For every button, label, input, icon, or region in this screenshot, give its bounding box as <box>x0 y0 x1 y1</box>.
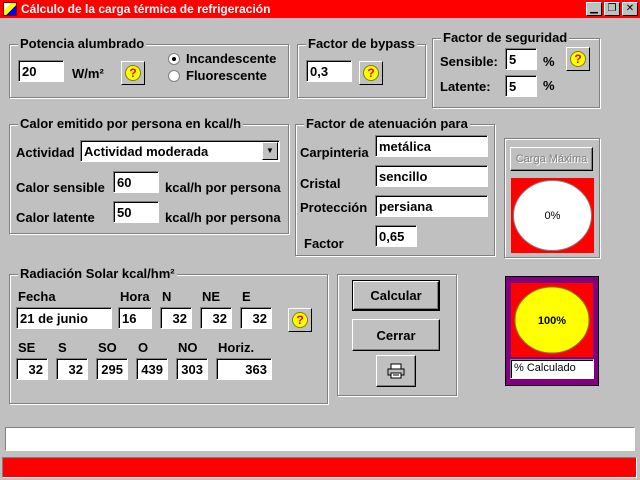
lighting-legend: Potencia alumbrado <box>18 36 147 51</box>
lighting-power-input[interactable]: 20 <box>18 60 64 82</box>
factor-input[interactable]: 0,65 <box>375 225 417 247</box>
fluorescent-radio[interactable] <box>168 70 180 82</box>
person-sensible-unit: kcal/h por persona <box>165 180 281 195</box>
close-dialog-button[interactable]: Cerrar <box>352 319 440 351</box>
close-icon: ✕ <box>625 3 635 14</box>
calculated-gauge-text: 100% <box>538 315 566 327</box>
printer-icon <box>387 363 405 379</box>
safety-sensible-label: Sensible: <box>440 54 498 69</box>
header-so: SO <box>98 340 117 355</box>
hour-input[interactable]: 16 <box>118 307 152 329</box>
person-latent-unit: kcal/h por persona <box>165 210 281 225</box>
progress-bar <box>2 457 637 478</box>
help-icon: ? <box>363 65 379 81</box>
incandescent-radio[interactable] <box>168 53 180 65</box>
progress-fill <box>3 458 636 477</box>
header-s: S <box>58 340 67 355</box>
header-se: SE <box>18 340 36 355</box>
help-icon: ? <box>570 51 586 67</box>
incandescent-label[interactable]: Incandescente <box>186 51 276 66</box>
person-latent-input[interactable]: 50 <box>113 201 159 223</box>
close-button[interactable]: ✕ <box>622 2 638 16</box>
header-ne: NE <box>202 289 221 304</box>
safety-legend: Factor de seguridad <box>441 30 570 45</box>
safety-latent-input[interactable]: 5 <box>505 75 537 97</box>
radiation-n-input[interactable]: 32 <box>160 307 192 329</box>
protection-input[interactable]: persiana <box>375 195 488 217</box>
window-title: Cálculo de la carga térmica de refrigera… <box>21 2 271 16</box>
safety-latent-label: Latente: <box>440 79 491 94</box>
date-input[interactable]: 21 de junio <box>16 307 112 329</box>
solar-help-button[interactable]: ? <box>288 308 312 332</box>
solar-legend: Radiación Solar kcal/hm² <box>18 266 177 281</box>
activity-select[interactable]: Actividad moderada ▼ <box>80 140 280 162</box>
help-icon: ? <box>125 65 141 81</box>
calculated-panel: 100% % Calculado <box>505 276 599 386</box>
max-load-gauge-text: 0% <box>545 210 561 222</box>
person-latent-label: Calor latente <box>16 210 95 225</box>
bypass-legend: Factor de bypass <box>306 36 417 51</box>
attenuation-legend: Factor de atenuación para <box>304 116 470 131</box>
safety-latent-percent: % <box>543 78 555 93</box>
status-field[interactable] <box>5 427 635 451</box>
radiation-o-input[interactable]: 439 <box>136 358 168 380</box>
glass-label: Cristal <box>300 176 341 191</box>
factor-label: Factor <box>304 236 344 251</box>
glass-input[interactable]: sencillo <box>375 165 488 187</box>
radiation-horiz-input[interactable]: 363 <box>216 358 272 380</box>
restore-button[interactable]: ❐ <box>604 2 620 16</box>
bypass-help-button[interactable]: ? <box>359 61 383 85</box>
hour-label: Hora <box>120 289 150 304</box>
radiation-no-input[interactable]: 303 <box>176 358 208 380</box>
calculate-button[interactable]: Calcular <box>352 280 440 311</box>
person-heat-legend: Calor emitido por persona en kcal/h <box>18 116 244 131</box>
person-sensible-label: Calor sensible <box>16 180 105 195</box>
calculated-label: % Calculado <box>510 359 594 379</box>
activity-value: Actividad moderada <box>84 144 209 159</box>
lighting-help-button[interactable]: ? <box>121 61 145 85</box>
carpentry-input[interactable]: metálica <box>375 135 488 157</box>
title-bar[interactable]: Cálculo de la carga térmica de refrigera… <box>0 0 640 18</box>
radiation-se-input[interactable]: 32 <box>16 358 48 380</box>
header-e: E <box>242 289 251 304</box>
date-label: Fecha <box>18 289 56 304</box>
safety-help-button[interactable]: ? <box>566 47 590 71</box>
restore-icon: ❐ <box>607 3 617 14</box>
print-button[interactable] <box>376 355 416 387</box>
radiation-ne-input[interactable]: 32 <box>200 307 232 329</box>
minimize-icon: ▁ <box>590 3 598 14</box>
app-icon[interactable] <box>3 2 17 16</box>
fluorescent-label[interactable]: Fluorescente <box>186 68 267 83</box>
radiation-e-input[interactable]: 32 <box>240 307 272 329</box>
safety-sensible-input[interactable]: 5 <box>505 48 537 70</box>
lighting-unit: W/m² <box>72 66 104 81</box>
calculated-gauge: 100% <box>511 283 593 357</box>
max-load-gauge: 0% <box>511 178 594 253</box>
protection-label: Protección <box>300 200 368 215</box>
chevron-down-icon[interactable]: ▼ <box>262 142 278 160</box>
header-no: NO <box>178 340 198 355</box>
radiation-s-input[interactable]: 32 <box>56 358 88 380</box>
bypass-input[interactable]: 0,3 <box>306 60 352 82</box>
activity-label: Actividad <box>16 145 75 160</box>
header-o: O <box>138 340 149 355</box>
help-icon: ? <box>292 312 308 328</box>
carpentry-label: Carpinteria <box>300 145 369 160</box>
radiation-so-input[interactable]: 295 <box>96 358 128 380</box>
person-sensible-input[interactable]: 60 <box>113 171 159 193</box>
header-n: N <box>162 289 172 304</box>
safety-sensible-percent: % <box>543 54 555 69</box>
minimize-button[interactable]: ▁ <box>586 2 602 16</box>
header-horiz: Horiz. <box>218 340 255 355</box>
max-load-button[interactable]: Carga Máxima <box>510 147 593 171</box>
